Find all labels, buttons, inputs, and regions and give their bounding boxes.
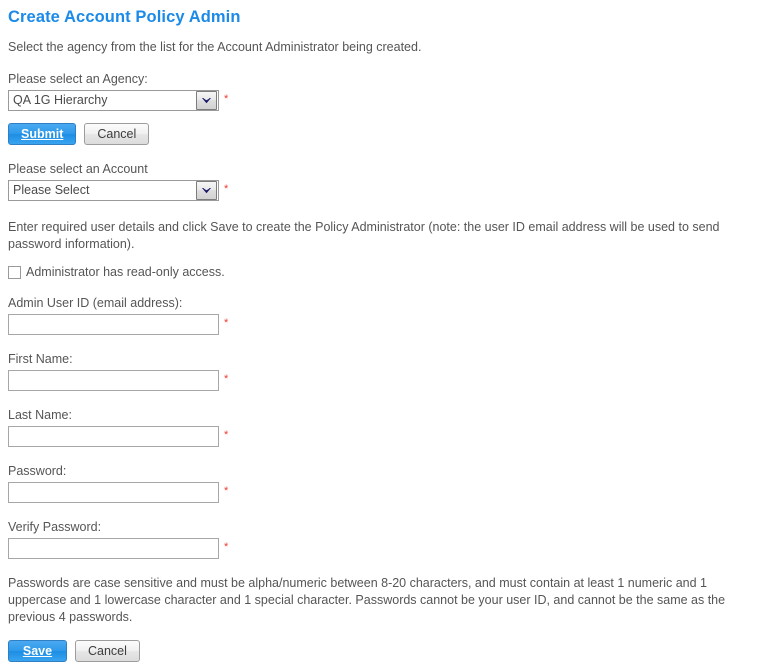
save-button-label-rest: ave: [31, 644, 53, 658]
verify-password-row: *: [8, 538, 756, 559]
readonly-access-row[interactable]: Administrator has read-only access.: [8, 265, 756, 279]
first-name-input[interactable]: [8, 370, 219, 391]
account-select-value: Please Select: [13, 183, 90, 197]
readonly-access-label: Administrator has read-only access.: [26, 265, 225, 279]
verify-password-required-marker: *: [224, 541, 229, 553]
admin-user-id-label: Admin User ID (email address):: [8, 296, 183, 310]
last-name-required-marker: *: [224, 429, 229, 441]
agency-required-marker: *: [224, 93, 229, 105]
details-note: Enter required user details and click Sa…: [8, 220, 720, 251]
first-name-required-marker: *: [224, 373, 229, 385]
first-name-row: *: [8, 370, 756, 391]
last-name-input[interactable]: [8, 426, 219, 447]
password-required-marker: *: [224, 485, 229, 497]
page-title: Create Account Policy Admin: [8, 8, 241, 26]
chevron-down-icon[interactable]: [196, 181, 217, 200]
readonly-access-checkbox[interactable]: [8, 265, 21, 279]
admin-user-id-input[interactable]: [8, 314, 219, 335]
password-label: Password:: [8, 464, 67, 478]
form-cancel-button[interactable]: Cancel: [75, 640, 140, 662]
password-row: *: [8, 482, 756, 503]
submit-button[interactable]: Submit: [8, 123, 77, 145]
agency-select-value: QA 1G Hierarchy: [13, 93, 108, 107]
agency-select[interactable]: QA 1G Hierarchy: [8, 90, 219, 111]
last-name-label: Last Name:: [8, 408, 72, 422]
save-button[interactable]: Save: [8, 640, 67, 662]
password-input[interactable]: [8, 482, 219, 503]
chevron-down-icon[interactable]: [196, 91, 217, 110]
verify-password-input[interactable]: [8, 538, 219, 559]
admin-user-id-row: *: [8, 314, 756, 335]
agency-select-row: QA 1G Hierarchy *: [8, 90, 756, 111]
first-name-label: First Name:: [8, 352, 73, 366]
form-action-row: Save Cancel: [8, 640, 756, 662]
account-required-marker: *: [224, 183, 229, 195]
last-name-row: *: [8, 426, 756, 447]
account-select[interactable]: Please Select: [8, 180, 219, 201]
save-button-accesskey: S: [22, 644, 32, 658]
intro-text: Select the agency from the list for the …: [8, 40, 422, 54]
password-policy-text: Passwords are case sensitive and must be…: [8, 576, 726, 624]
account-select-row: Please Select *: [8, 180, 756, 201]
account-select-label: Please select an Account: [8, 162, 148, 176]
agency-cancel-button[interactable]: Cancel: [84, 123, 150, 145]
agency-action-row: Submit Cancel: [8, 123, 756, 145]
verify-password-label: Verify Password:: [8, 520, 102, 534]
admin-user-id-required-marker: *: [224, 317, 229, 329]
agency-select-label: Please select an Agency:: [8, 72, 148, 86]
